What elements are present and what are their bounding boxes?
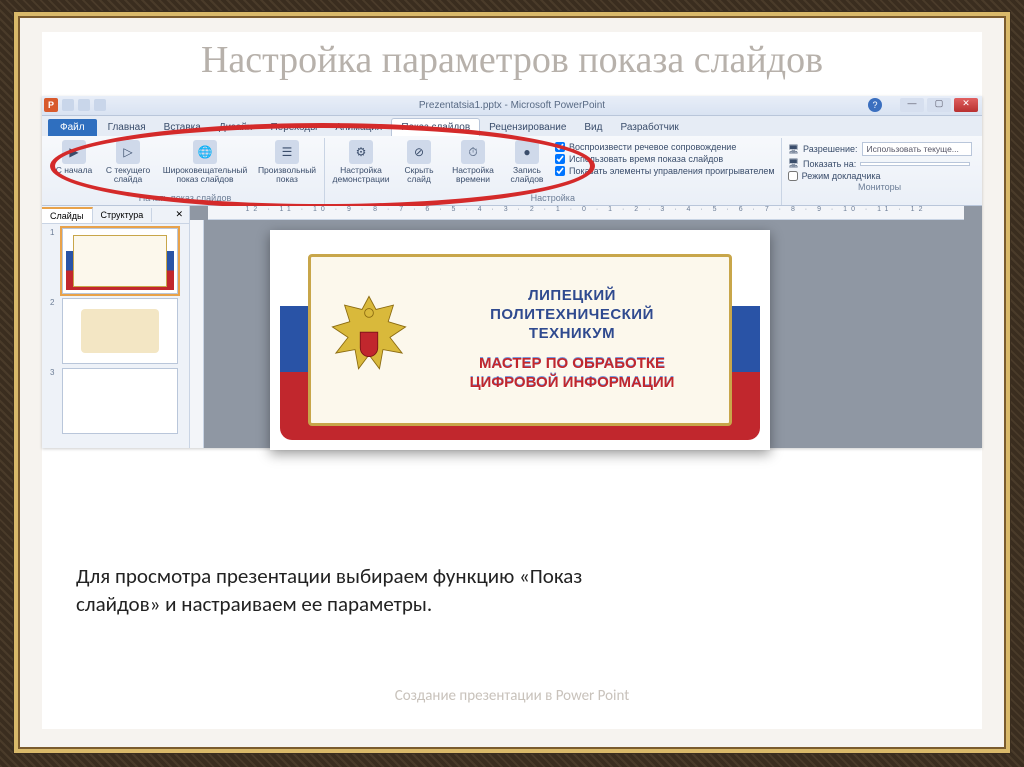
window-title: Prezentatsia1.pptx - Microsoft PowerPoin… [419,100,605,111]
play-current-icon: ▷ [116,140,140,164]
tab-view[interactable]: Вид [575,119,611,136]
chk-presenter-view[interactable]: Режим докладчика [788,171,972,181]
qat-redo-icon[interactable] [94,99,106,111]
setup-show-button[interactable]: ⚙ Настройка демонстрации [331,140,391,184]
thumbnail-3[interactable]: 3 [50,368,181,434]
minimize-button[interactable]: — [900,98,924,112]
record-icon: ● [515,140,539,164]
app-icon: P [44,98,58,112]
editor-area: Слайды Структура ✕ 1 2 3 [42,206,982,448]
show-on-select[interactable] [860,162,970,166]
qat-save-icon[interactable] [62,99,74,111]
quick-access-toolbar: P [44,98,106,112]
broadcast-icon: 🌐 [193,140,217,164]
group-start-slideshow: ▶ С начала ▷ С текущего слайда 🌐 Широков… [46,138,325,205]
ribbon-tabs: Файл Главная Вставка Дизайн Переходы Ани… [42,116,982,136]
broadcast-button[interactable]: 🌐 Широковещательный показ слайдов [160,140,250,184]
tab-transitions[interactable]: Переходы [261,119,326,136]
slide-footer: Создание презентации в Power Point [42,687,982,705]
thumbnail-1[interactable]: 1 [50,228,181,294]
chk-timings[interactable]: Использовать время показа слайдов [555,154,775,164]
tab-review[interactable]: Рецензирование [480,119,575,136]
slide-canvas-area: 12 · 11 · 10 · 9 · 8 · 7 · 6 · 5 · 4 · 3… [190,206,982,448]
horizontal-ruler: 12 · 11 · 10 · 9 · 8 · 7 · 6 · 5 · 4 · 3… [208,206,964,220]
slide-title: Настройка параметров показа слайдов [42,32,982,96]
group-monitors: 🖥 Разрешение: Использовать текуще... 🖥 П… [782,138,978,205]
help-icon[interactable]: ? [868,98,882,112]
tab-insert[interactable]: Вставка [155,119,210,136]
tab-animation[interactable]: Анимация [326,119,391,136]
presentation-frame: Настройка параметров показа слайдов P Pr… [14,12,1010,753]
group-setup: ⚙ Настройка демонстрации ⊘ Скрыть слайд … [325,138,782,205]
group-label-monitors: Мониторы [788,181,972,194]
chk-controls[interactable]: Показать элементы управления проигрывате… [555,166,775,176]
resolution-label: Разрешение: [803,144,857,154]
slide-headline: ЛИПЕЦКИЙПОЛИТЕХНИЧЕСКИЙТЕХНИКУМ МАСТЕР П… [429,287,715,393]
rehearse-button[interactable]: ⏱ Настройка времени [447,140,499,184]
show-on-label: Показать на: [803,159,856,169]
close-button[interactable]: ✕ [954,98,978,112]
monitor-icon: 🖥 [788,158,799,169]
tab-developer[interactable]: Разработчик [611,119,687,136]
thumbnail-2[interactable]: 2 [50,298,181,364]
thumbnail-panel: Слайды Структура ✕ 1 2 3 [42,206,190,448]
tab-design[interactable]: Дизайн [210,119,262,136]
custom-show-icon: ☰ [275,140,299,164]
play-icon: ▶ [62,140,86,164]
maximize-button[interactable]: ▢ [927,98,951,112]
qat-undo-icon[interactable] [78,99,90,111]
ribbon: ▶ С начала ▷ С текущего слайда 🌐 Широков… [42,136,982,206]
group-label-setup: Настройка [331,192,775,205]
record-button[interactable]: ● Запись слайдов [505,140,549,184]
powerpoint-screenshot: P Prezentatsia1.pptx - Microsoft PowerPo… [42,96,982,448]
setup-icon: ⚙ [349,140,373,164]
tab-file[interactable]: Файл [48,119,97,136]
thumbs-tab-slides[interactable]: Слайды [42,207,93,223]
slide-body-text: Для просмотра презентации выбираем функц… [76,562,596,619]
from-current-button[interactable]: ▷ С текущего слайда [102,140,154,184]
titlebar: P Prezentatsia1.pptx - Microsoft PowerPo… [42,96,982,116]
hide-slide-icon: ⊘ [407,140,431,164]
monitor-icon: 🖥 [788,144,799,155]
coat-of-arms-icon [325,292,413,388]
tab-home[interactable]: Главная [99,119,155,136]
custom-show-button[interactable]: ☰ Произвольный показ [256,140,318,184]
group-label-start: Начать показ слайдов [52,192,318,205]
clock-icon: ⏱ [461,140,485,164]
resolution-select[interactable]: Использовать текуще... [862,142,972,156]
current-slide-preview[interactable]: ЛИПЕЦКИЙПОЛИТЕХНИЧЕСКИЙТЕХНИКУМ МАСТЕР П… [270,230,770,450]
vertical-ruler [190,220,204,448]
hide-slide-button[interactable]: ⊘ Скрыть слайд [397,140,441,184]
slide-canvas: Настройка параметров показа слайдов P Pr… [42,32,982,729]
thumbs-tab-outline[interactable]: Структура [93,208,153,222]
thumbs-close-icon[interactable]: ✕ [169,209,189,220]
from-beginning-button[interactable]: ▶ С начала [52,140,96,175]
chk-narration[interactable]: Воспроизвести речевое сопровождение [555,142,775,152]
tab-slideshow[interactable]: Показ слайдов [391,118,480,136]
